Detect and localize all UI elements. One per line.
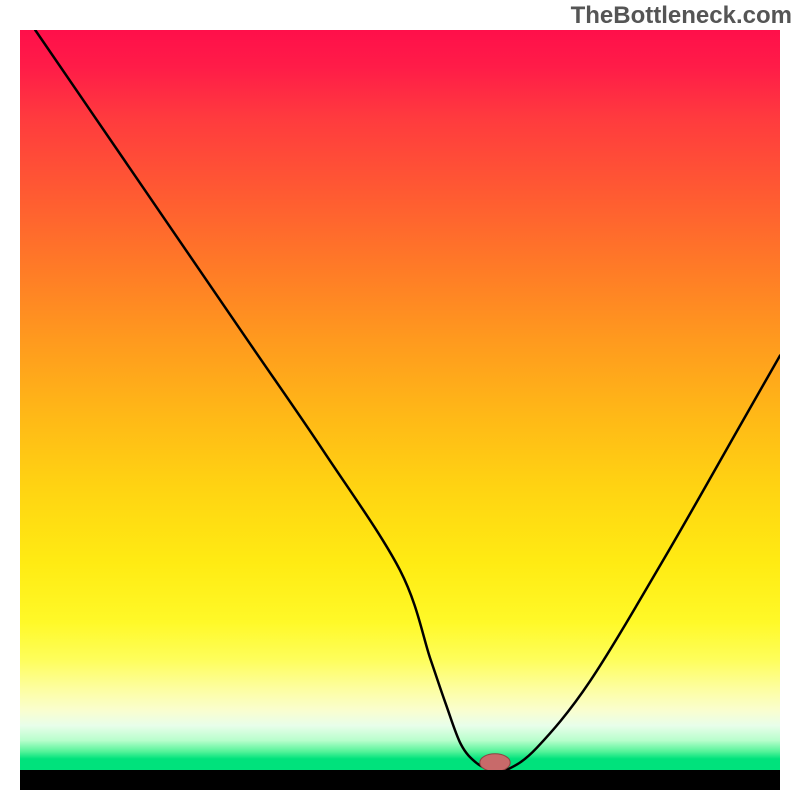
optimal-point-marker: [480, 754, 510, 770]
chart-frame: [20, 30, 780, 790]
plot-area: [20, 30, 780, 770]
chart-container: TheBottleneck.com: [0, 0, 800, 800]
bottleneck-curve-line: [35, 30, 780, 770]
x-axis-strip: [20, 770, 780, 790]
watermark-text: TheBottleneck.com: [571, 2, 792, 30]
curve-layer: [20, 30, 780, 770]
